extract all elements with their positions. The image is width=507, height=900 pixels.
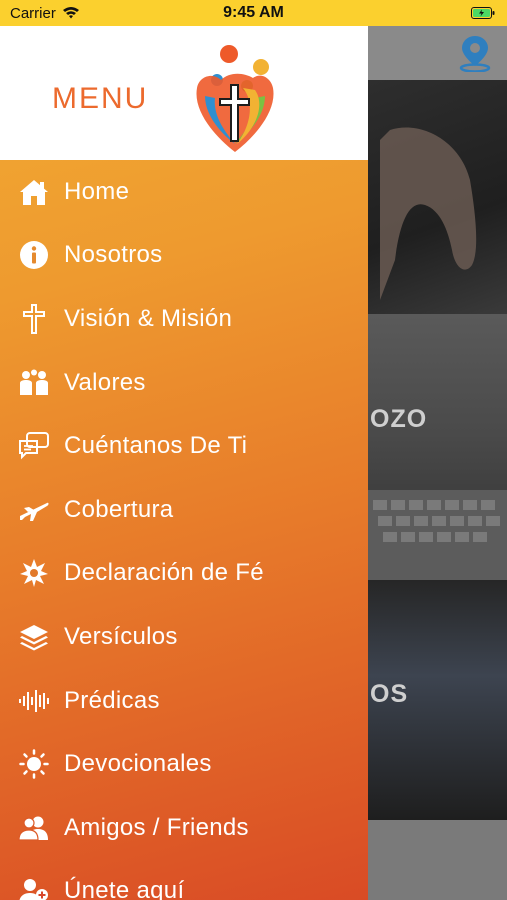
- airplane-icon: [18, 494, 50, 526]
- menu-item-home[interactable]: Home: [0, 160, 368, 224]
- menu-item-cuentanos[interactable]: Cuéntanos De Ti: [0, 414, 368, 478]
- menu-item-unete[interactable]: Únete aquí: [0, 860, 368, 900]
- menu-item-label: Prédicas: [64, 686, 160, 714]
- home-icon: [18, 176, 50, 208]
- keyboard-image: [368, 490, 507, 580]
- location-pin-icon[interactable]: [457, 34, 493, 72]
- menu-item-label: Nosotros: [64, 241, 163, 269]
- menu-item-label: Valores: [64, 368, 146, 396]
- menu-item-label: Visión & Misión: [64, 304, 233, 332]
- info-icon: [18, 239, 50, 271]
- menu-item-label: Devocionales: [64, 750, 212, 778]
- side-drawer: MENU Home Nosotros Visión & Misión Valor…: [0, 0, 368, 900]
- menu-item-label: Declaración de Fé: [64, 559, 264, 587]
- friends-icon: [18, 812, 50, 844]
- chat-icon: [18, 430, 50, 462]
- hand-image: [380, 127, 477, 300]
- menu-item-declaracion[interactable]: Declaración de Fé: [0, 542, 368, 606]
- starburst-icon: [18, 557, 50, 589]
- content-card: [368, 820, 507, 900]
- cross-icon: [18, 303, 50, 335]
- layers-icon: [18, 621, 50, 653]
- menu-item-label: Cuéntanos De Ti: [64, 432, 248, 460]
- join-icon: [18, 875, 50, 900]
- audio-wave-icon: [18, 685, 50, 717]
- menu-item-label: Amigos / Friends: [64, 813, 249, 841]
- menu-list: Home Nosotros Visión & Misión Valores Cu…: [0, 160, 368, 900]
- status-bar: Carrier 9:45 AM: [0, 0, 507, 26]
- menu-item-cobertura[interactable]: Cobertura: [0, 478, 368, 542]
- menu-item-label: Versículos: [64, 622, 178, 650]
- menu-title: MENU: [52, 82, 149, 115]
- menu-item-label: Únete aquí: [64, 877, 185, 900]
- menu-item-label: Cobertura: [64, 495, 174, 523]
- sun-icon: [18, 748, 50, 780]
- amigos-de-jesus-logo: [196, 45, 274, 152]
- menu-item-vision-mision[interactable]: Visión & Misión: [0, 287, 368, 351]
- card-title: OS: [370, 680, 409, 708]
- menu-item-devocionales[interactable]: Devocionales: [0, 732, 368, 796]
- menu-item-predicas[interactable]: Prédicas: [0, 669, 368, 733]
- menu-item-valores[interactable]: Valores: [0, 351, 368, 415]
- battery-icon: [471, 7, 495, 19]
- clock: 9:45 AM: [223, 4, 284, 21]
- drawer-header: MENU: [0, 26, 368, 160]
- menu-item-versiculos[interactable]: Versículos: [0, 605, 368, 669]
- card-title: OZO: [370, 405, 428, 433]
- menu-item-label: Home: [64, 177, 130, 205]
- menu-item-amigos[interactable]: Amigos / Friends: [0, 796, 368, 860]
- hands-icon: [18, 367, 50, 399]
- menu-item-nosotros[interactable]: Nosotros: [0, 224, 368, 288]
